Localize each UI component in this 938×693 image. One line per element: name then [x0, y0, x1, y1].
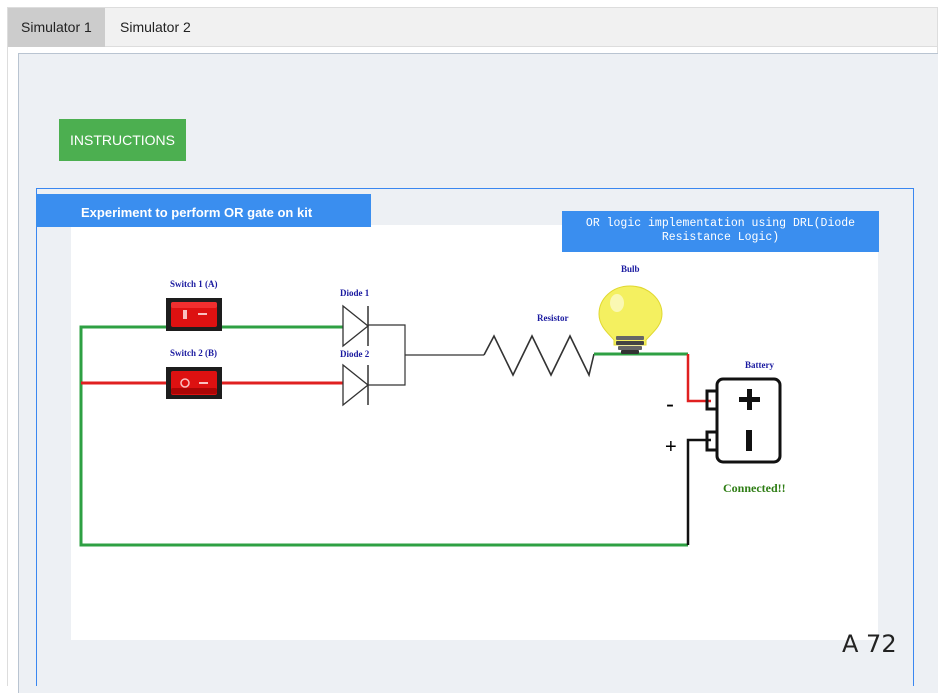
connection-status: Connected!!	[723, 481, 786, 495]
wire-diode-junction	[368, 324, 406, 386]
circuit-diagram	[79, 285, 782, 547]
switch-1-toggle[interactable]	[166, 298, 222, 331]
bulb-icon	[598, 285, 663, 354]
page-identifier: A 72	[842, 630, 897, 658]
diode-2-label: Diode 2	[340, 349, 370, 359]
resistor	[483, 334, 595, 378]
diode-1	[342, 304, 370, 348]
resistor-label: Resistor	[537, 313, 569, 323]
wire-battery-plus-to-ground	[686, 438, 711, 545]
diode-2	[342, 363, 370, 407]
battery-plus-sign: +	[665, 436, 677, 458]
battery-minus-sign: -	[666, 391, 674, 418]
bulb-label: Bulb	[621, 264, 640, 274]
diode-1-label: Diode 1	[340, 288, 370, 298]
battery-label: Battery	[745, 360, 774, 370]
wire-switch1-line	[79, 325, 688, 547]
switch-2-toggle[interactable]	[166, 367, 222, 399]
switch-1-label: Switch 1 (A)	[170, 279, 218, 289]
switch-2-label: Switch 2 (B)	[170, 348, 217, 358]
battery-icon	[705, 377, 782, 464]
